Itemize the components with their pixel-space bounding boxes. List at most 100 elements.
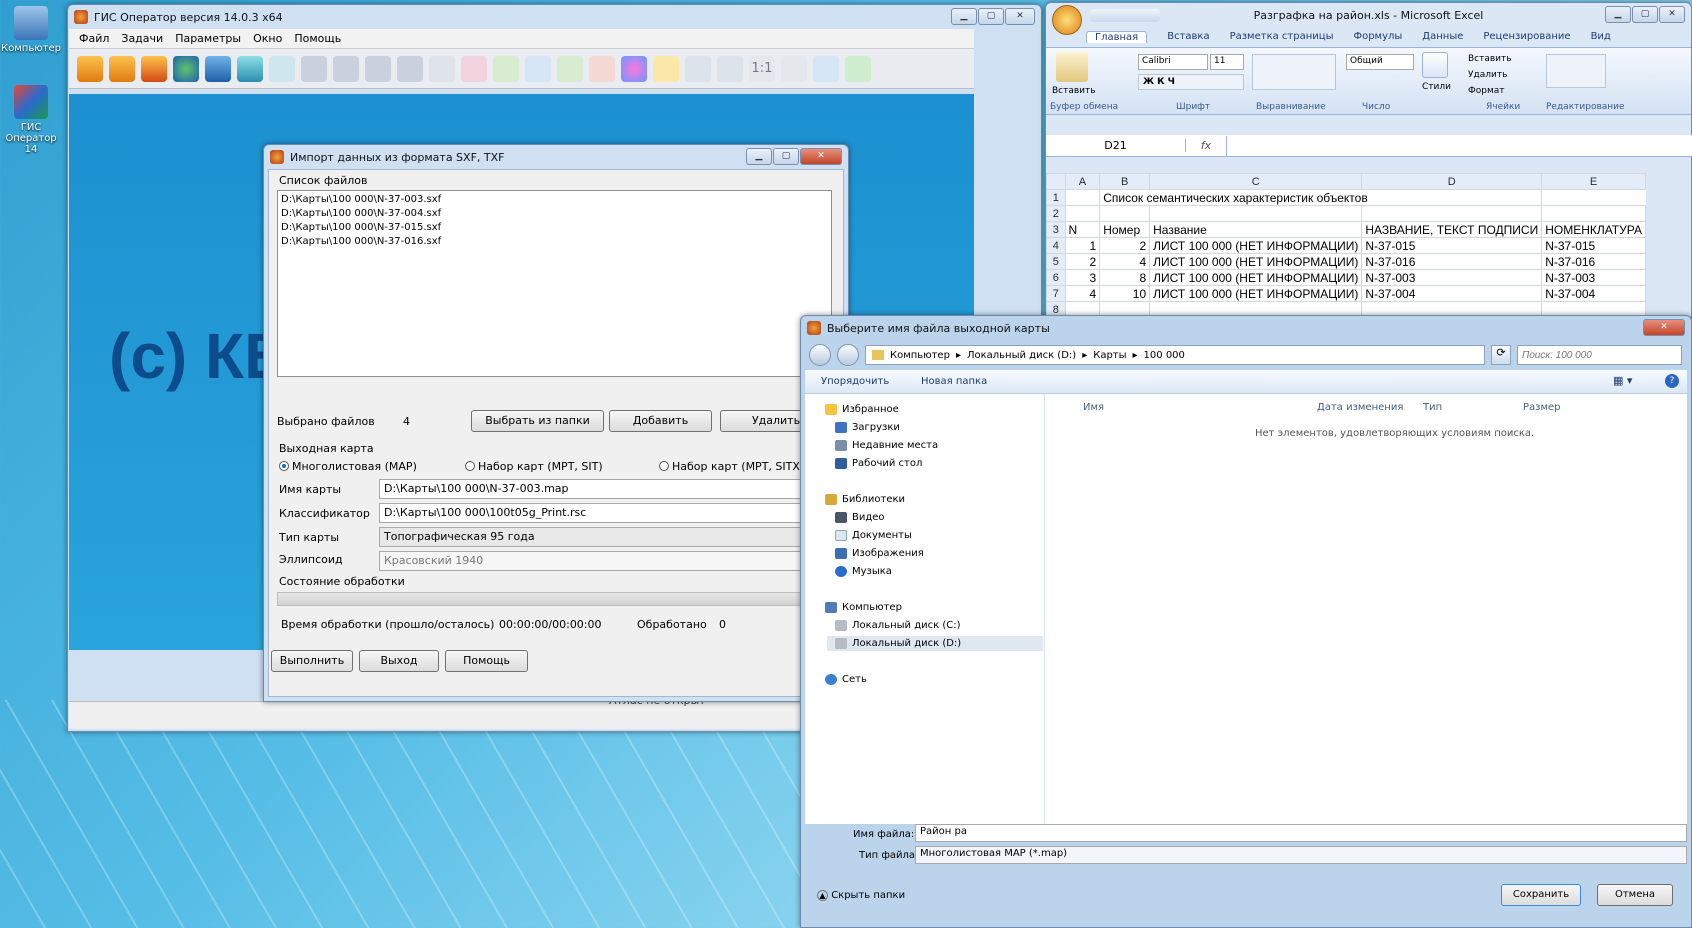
- minimize-button[interactable]: ▁: [746, 148, 772, 165]
- formula-input[interactable]: [1226, 135, 1692, 156]
- tab-page-layout[interactable]: Разметка страницы: [1230, 31, 1334, 43]
- row-header[interactable]: 7: [1046, 285, 1066, 302]
- table-cell[interactable]: N-37-003: [1361, 269, 1543, 286]
- table-cell[interactable]: N-37-004: [1541, 285, 1646, 302]
- desktop-icon-gis[interactable]: ГИС Оператор 14: [0, 85, 62, 155]
- tab-data[interactable]: Данные: [1422, 31, 1463, 43]
- filename-input[interactable]: Район ра: [915, 824, 1687, 842]
- nav-computer[interactable]: Компьютер: [825, 602, 902, 613]
- list-item[interactable]: D:\Карты\100 000\N-37-015.sxf: [281, 221, 828, 235]
- table-cell[interactable]: N-37-015: [1361, 237, 1543, 254]
- list-item[interactable]: D:\Карты\100 000\N-37-004.sxf: [281, 207, 828, 221]
- tab-view[interactable]: Вид: [1591, 31, 1611, 43]
- table-cell[interactable]: 2: [1064, 253, 1101, 270]
- tab-review[interactable]: Рецензирование: [1483, 31, 1570, 43]
- fit-window-icon[interactable]: [781, 55, 807, 82]
- menu-tasks[interactable]: Задачи: [121, 32, 163, 45]
- table-cell[interactable]: N-37-016: [1361, 253, 1543, 270]
- files-list[interactable]: D:\Карты\100 000\N-37-003.sxf D:\Карты\1…: [277, 190, 832, 377]
- table-cell[interactable]: 2: [1099, 237, 1151, 254]
- table-cell[interactable]: НАЗВАНИЕ, ТЕКСТ ПОДПИСИ: [1361, 221, 1543, 238]
- maximize-button[interactable]: ▢: [978, 8, 1004, 25]
- table-cell[interactable]: [1361, 205, 1543, 222]
- select-all-cell[interactable]: [1046, 173, 1066, 190]
- styles-icon[interactable]: [1422, 52, 1448, 78]
- breadcrumb-item[interactable]: Компьютер: [890, 350, 950, 361]
- delete-object-icon[interactable]: [589, 55, 615, 82]
- table-cell[interactable]: ЛИСТ 100 000 (НЕТ ИНФОРМАЦИИ): [1149, 253, 1363, 270]
- classifier-field[interactable]: D:\Карты\100 000\100t05g_Print.rsc: [379, 503, 834, 523]
- check-object-icon[interactable]: [493, 55, 519, 82]
- list-item[interactable]: D:\Карты\100 000\N-37-016.sxf: [281, 235, 828, 249]
- table-cell[interactable]: 4: [1064, 285, 1101, 302]
- breadcrumb-item[interactable]: 100 000: [1144, 350, 1185, 361]
- open-folder-icon[interactable]: [77, 55, 103, 82]
- nav-downloads[interactable]: Загрузки: [835, 422, 900, 433]
- layers-icon[interactable]: [237, 55, 263, 82]
- table-cell[interactable]: 3: [1064, 269, 1101, 286]
- row-header[interactable]: 5: [1046, 253, 1066, 270]
- table-cell[interactable]: [1064, 205, 1101, 222]
- table-cell[interactable]: ЛИСТ 100 000 (НЕТ ИНФОРМАЦИИ): [1149, 237, 1363, 254]
- breadcrumb-item[interactable]: Локальный диск (D:): [967, 350, 1076, 361]
- paste-icon[interactable]: [1056, 52, 1088, 82]
- select-icon[interactable]: [461, 55, 487, 82]
- tab-formulas[interactable]: Формулы: [1353, 31, 1402, 43]
- col-header[interactable]: B: [1099, 173, 1151, 190]
- menu-params[interactable]: Параметры: [175, 32, 241, 45]
- col-name[interactable]: Имя: [1083, 402, 1104, 413]
- palette-icon[interactable]: [621, 55, 647, 82]
- name-box[interactable]: D21: [1046, 139, 1186, 152]
- desktop-icon-computer[interactable]: Компьютер: [0, 6, 62, 54]
- nav-network[interactable]: Сеть: [825, 674, 867, 685]
- cancel-button[interactable]: Отмена: [1597, 884, 1673, 906]
- col-header[interactable]: A: [1064, 173, 1101, 190]
- table-cell[interactable]: Список семантических характеристик объек…: [1099, 189, 1543, 206]
- table-cell[interactable]: N-37-004: [1361, 285, 1543, 302]
- table-cell[interactable]: [1149, 205, 1363, 222]
- breadcrumb-item[interactable]: Карты: [1093, 350, 1126, 361]
- add-point-icon[interactable]: [525, 55, 551, 82]
- nav-libraries[interactable]: Библиотеки: [825, 494, 905, 505]
- list-icon[interactable]: [429, 55, 455, 82]
- binoculars-next-icon[interactable]: [397, 55, 423, 82]
- minimize-button[interactable]: ▁: [951, 8, 977, 25]
- menu-help[interactable]: Помощь: [294, 32, 341, 45]
- col-type[interactable]: Тип: [1423, 402, 1442, 413]
- font-style-buttons[interactable]: Ж К Ч: [1138, 74, 1244, 90]
- breadcrumb[interactable]: Компьютер ▸ Локальный диск (D:) ▸ Карты ▸ 1…: [865, 345, 1485, 365]
- help-button[interactable]: Помощь: [445, 650, 528, 672]
- table-cell[interactable]: N: [1064, 221, 1101, 238]
- row-header[interactable]: 4: [1046, 237, 1066, 254]
- close-button[interactable]: ✕: [1659, 6, 1685, 23]
- row-header[interactable]: 2: [1046, 205, 1066, 222]
- nav-desktop[interactable]: Рабочий стол: [835, 458, 922, 469]
- table-cell[interactable]: НОМЕНКЛАТУРА: [1541, 221, 1646, 238]
- table-cell[interactable]: N-37-016: [1541, 253, 1646, 270]
- map-settings-icon[interactable]: [205, 55, 231, 82]
- col-header[interactable]: C: [1149, 173, 1363, 190]
- col-date[interactable]: Дата изменения: [1317, 402, 1403, 413]
- binoculars-icon[interactable]: [301, 55, 327, 82]
- hide-folders-button[interactable]: ▲ Скрыть папки: [817, 890, 905, 901]
- nav-disk-c[interactable]: Локальный диск (C:): [835, 620, 961, 631]
- table-cell[interactable]: N-37-015: [1541, 237, 1646, 254]
- list-item[interactable]: D:\Карты\100 000\N-37-003.sxf: [281, 193, 828, 207]
- delete-cells-button[interactable]: Удалить: [1468, 70, 1507, 80]
- nav-documents[interactable]: Документы: [835, 530, 912, 541]
- table-cell[interactable]: [1541, 205, 1646, 222]
- views-icon[interactable]: ▦ ▾: [1613, 374, 1632, 387]
- table-cell[interactable]: 10: [1099, 285, 1151, 302]
- radio-mpt-sit[interactable]: Набор карт (MPT, SIT): [465, 460, 603, 473]
- table-cell[interactable]: 4: [1099, 253, 1151, 270]
- globe-icon[interactable]: [173, 55, 199, 82]
- close-button[interactable]: ✕: [1643, 319, 1685, 336]
- map-type-select[interactable]: Топографическая 95 года: [379, 527, 834, 547]
- table-cell[interactable]: ЛИСТ 100 000 (НЕТ ИНФОРМАЦИИ): [1149, 285, 1363, 302]
- close-button[interactable]: ✕: [1005, 8, 1035, 25]
- table-cell[interactable]: Название: [1149, 221, 1363, 238]
- open-multi-icon[interactable]: [109, 55, 135, 82]
- col-size[interactable]: Размер: [1523, 402, 1561, 413]
- table-cell[interactable]: 1: [1064, 237, 1101, 254]
- tab-insert[interactable]: Вставка: [1167, 31, 1209, 43]
